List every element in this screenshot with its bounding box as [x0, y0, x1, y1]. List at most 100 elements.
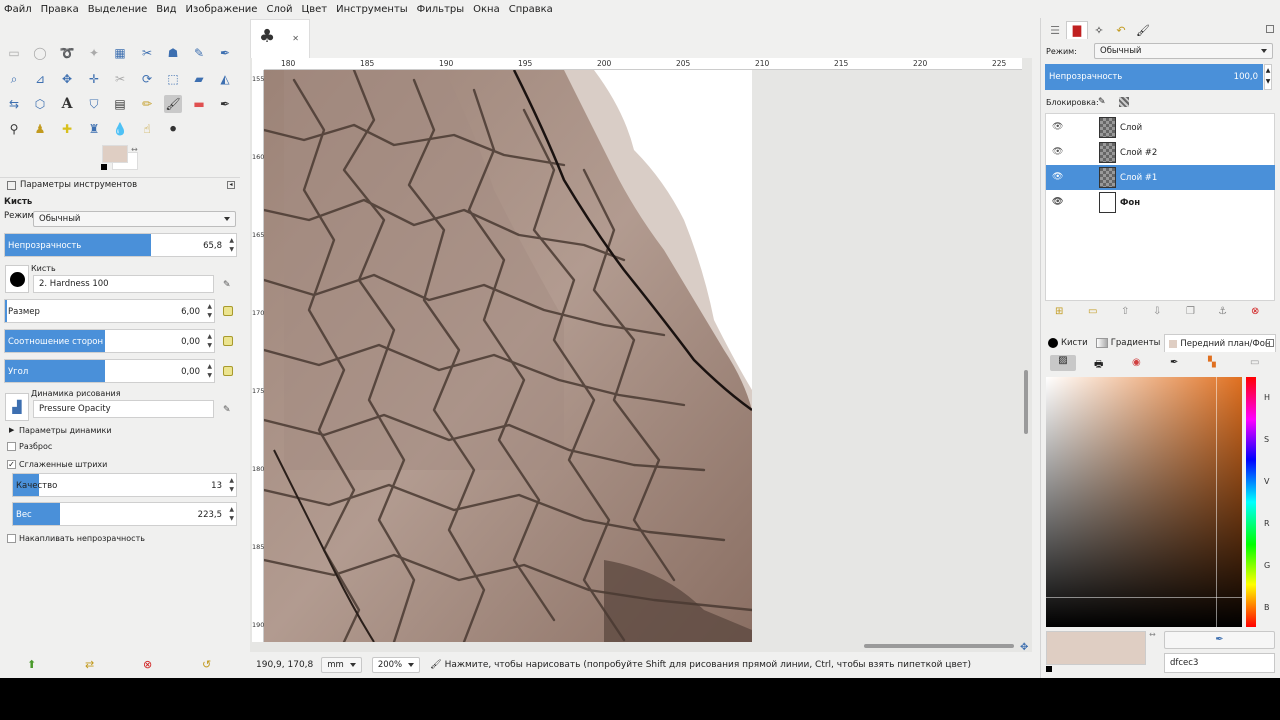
- color-select-icon[interactable]: ▦: [111, 44, 129, 62]
- tool-options-title[interactable]: Параметры инструментов: [20, 180, 137, 190]
- eye-icon[interactable]: 👁: [1052, 147, 1063, 157]
- spin-arrows-icon[interactable]: ▲ ▼: [1264, 64, 1272, 90]
- vertical-scroll-thumb[interactable]: [1024, 370, 1028, 434]
- menu-file[interactable]: Файл: [4, 4, 32, 15]
- image-tab[interactable]: ♣ ✕: [250, 19, 310, 58]
- palette-selector-icon[interactable]: ▚: [1208, 357, 1216, 368]
- rect-select-icon[interactable]: ▭: [5, 44, 23, 62]
- edit-dynamics-icon[interactable]: ✎: [223, 405, 233, 415]
- channel-v[interactable]: V: [1264, 477, 1269, 486]
- spin-arrows-icon[interactable]: ▲ ▼: [229, 476, 234, 494]
- pencil-icon[interactable]: ✏: [138, 95, 156, 113]
- channel-r[interactable]: R: [1264, 519, 1270, 528]
- perspective-clone-icon[interactable]: ♜: [85, 120, 103, 138]
- delete-layer-icon[interactable]: ⊗: [1251, 306, 1259, 317]
- crop-icon[interactable]: ✂: [111, 70, 129, 88]
- wheel-selector-icon[interactable]: ◉: [1132, 357, 1141, 368]
- channel-s[interactable]: S: [1264, 435, 1269, 444]
- quality-slider[interactable]: Качество 13 ▲ ▼: [12, 473, 237, 497]
- tab-brushes[interactable]: Кисти: [1044, 334, 1092, 352]
- size-slider[interactable]: Размер 6,00 ▲ ▼: [4, 299, 215, 323]
- scissors-icon[interactable]: ✂: [138, 44, 156, 62]
- zoom-field[interactable]: 200%: [371, 657, 421, 673]
- scale-icon[interactable]: ⬚: [164, 70, 182, 88]
- perspective-icon[interactable]: ◭: [216, 70, 234, 88]
- cmyk-selector-icon[interactable]: 🖶: [1094, 357, 1103, 374]
- eye-icon[interactable]: 👁: [1052, 122, 1063, 132]
- horizontal-ruler[interactable]: 180 185 190 195 200 205 210 215 220 225: [264, 58, 1022, 70]
- layer-row[interactable]: 👁 Слой: [1046, 115, 1275, 140]
- layer-mode-combo[interactable]: Обычный: [1094, 43, 1273, 59]
- heal-icon[interactable]: ✚: [58, 120, 76, 138]
- menu-select[interactable]: Выделение: [88, 4, 148, 15]
- weight-slider[interactable]: Вес 223,5 ▲ ▼: [12, 502, 237, 526]
- airbrush-icon[interactable]: ✒: [216, 95, 234, 113]
- spin-arrows-icon[interactable]: ▲ ▼: [207, 302, 212, 320]
- tab-fg-bg[interactable]: Передний план/Фон: [1164, 334, 1276, 352]
- menu-image[interactable]: Изображение: [186, 4, 258, 15]
- unit-selector[interactable]: mm: [321, 657, 362, 673]
- anchor-layer-icon[interactable]: ⚓: [1218, 306, 1227, 317]
- menu-colors[interactable]: Цвет: [301, 4, 327, 15]
- foreground-color-swatch[interactable]: [102, 145, 128, 163]
- channel-b[interactable]: B: [1264, 603, 1270, 612]
- incremental-checkbox[interactable]: [7, 534, 16, 543]
- lock-alpha-icon[interactable]: [1119, 97, 1129, 107]
- restore-preset-icon[interactable]: ⇄: [85, 658, 94, 671]
- measure-icon[interactable]: ⊿: [31, 70, 49, 88]
- spin-arrows-icon[interactable]: ▲ ▼: [207, 362, 212, 380]
- current-color-swatch[interactable]: [1046, 631, 1146, 665]
- eraser-icon[interactable]: ▬: [190, 95, 208, 113]
- layer-row-selected[interactable]: 👁 Слой #1: [1046, 165, 1275, 190]
- horizontal-scrollbar[interactable]: [264, 643, 1022, 649]
- bucket-fill-icon[interactable]: ⛉: [85, 95, 103, 113]
- layer-row[interactable]: 👁 Фон: [1046, 190, 1275, 215]
- smooth-checkbox[interactable]: ✓: [7, 460, 16, 469]
- close-icon[interactable]: ✕: [292, 34, 299, 43]
- reset-colors-icon[interactable]: [101, 164, 107, 170]
- vertical-scrollbar[interactable]: [1022, 70, 1030, 642]
- cage-transform-icon[interactable]: ⬡: [31, 95, 49, 113]
- layers-tab-icon[interactable]: ☰: [1044, 21, 1066, 39]
- expander-arrow-icon[interactable]: ▶: [9, 426, 14, 434]
- dynamics-options-expander[interactable]: Параметры динамики: [19, 426, 112, 435]
- smudge-icon[interactable]: ☝: [138, 120, 156, 138]
- align-icon[interactable]: ✛: [85, 70, 103, 88]
- dynamics-preview[interactable]: ▟: [5, 393, 29, 421]
- drawing-canvas[interactable]: [264, 70, 752, 642]
- paths-tab-icon[interactable]: ✧: [1088, 21, 1110, 39]
- ruler-corner[interactable]: [252, 58, 264, 70]
- angle-slider[interactable]: Угол 0,00 ▲ ▼: [4, 359, 215, 383]
- color-picker-icon[interactable]: ✒: [216, 44, 234, 62]
- menu-layer[interactable]: Слой: [266, 4, 292, 15]
- swap-colors-icon[interactable]: ↔: [1149, 630, 1156, 639]
- aspect-slider[interactable]: Соотношение сторон 0,00 ▲ ▼: [4, 329, 215, 353]
- delete-preset-icon[interactable]: ⊗: [143, 658, 152, 671]
- undo-tab-icon[interactable]: ↶: [1110, 21, 1132, 39]
- channels-tab-icon[interactable]: ▇: [1066, 21, 1088, 39]
- menu-tools[interactable]: Инструменты: [336, 4, 408, 15]
- fuzzy-select-icon[interactable]: ✦: [85, 44, 103, 62]
- hex-color-field[interactable]: dfcec3: [1164, 653, 1275, 673]
- swap-colors-icon[interactable]: ↔: [131, 145, 138, 154]
- foreground-select-icon[interactable]: ☗: [164, 44, 182, 62]
- ink-icon[interactable]: ⚲: [5, 120, 23, 138]
- reset-angle-icon[interactable]: [223, 366, 233, 376]
- picker-selector-icon[interactable]: ✒: [1170, 357, 1178, 368]
- horizontal-scroll-thumb[interactable]: [864, 644, 1014, 648]
- menu-filters[interactable]: Фильтры: [417, 4, 464, 15]
- blend-icon[interactable]: ▤: [111, 95, 129, 113]
- saturation-value-picker[interactable]: [1046, 377, 1242, 627]
- duplicate-layer-icon[interactable]: ❐: [1186, 306, 1195, 317]
- navigate-icon[interactable]: ✥: [1020, 642, 1028, 653]
- lock-pixels-icon[interactable]: ✎: [1098, 97, 1106, 107]
- watercolor-selector-icon[interactable]: ▭: [1250, 357, 1259, 368]
- layer-opacity-slider[interactable]: Непрозрачность 100,0: [1045, 64, 1263, 90]
- paths-icon[interactable]: ✎: [190, 44, 208, 62]
- dynamics-name-field[interactable]: Pressure Opacity: [33, 400, 214, 418]
- menu-edit[interactable]: Правка: [41, 4, 79, 15]
- text-tool-icon[interactable]: A: [58, 95, 76, 113]
- scales-selector-icon[interactable]: ▨: [1050, 355, 1076, 371]
- spin-arrows-icon[interactable]: ▲ ▼: [229, 236, 234, 254]
- hue-strip[interactable]: [1246, 377, 1256, 627]
